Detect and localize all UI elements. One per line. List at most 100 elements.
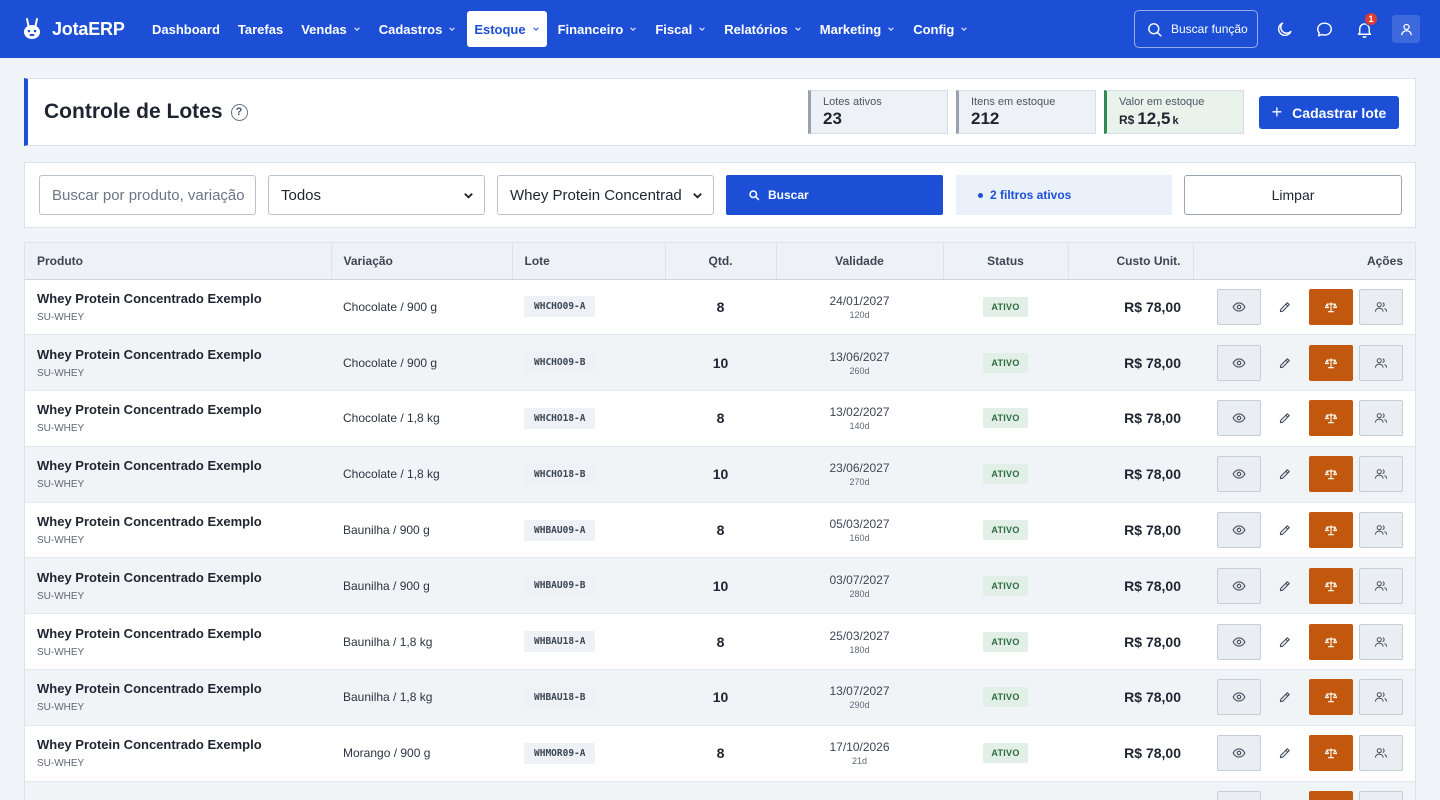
assign-users-button[interactable] [1359,512,1403,549]
view-button[interactable] [1217,400,1261,437]
edit-button[interactable] [1263,624,1307,660]
days-remaining: 120d [849,309,870,320]
function-search-button[interactable]: Buscar função [1134,10,1258,48]
product-select[interactable]: Whey Protein Concentrad [497,175,714,215]
adjust-stock-button[interactable] [1309,623,1353,660]
view-button[interactable] [1217,623,1261,660]
nav-item-tarefas[interactable]: Tarefas [231,11,290,47]
assign-users-button[interactable] [1359,344,1403,381]
adjust-stock-button[interactable] [1309,567,1353,604]
table-row[interactable]: Whey Protein Concentrado Exemplo SU-WHEY C… [25,446,1415,503]
nav-item-relatórios[interactable]: Relatórios [717,11,809,47]
edit-button[interactable] [1263,400,1307,436]
assign-users-button[interactable] [1359,623,1403,660]
product-name: Whey Protein Concentrado Exemplo [37,625,262,641]
unit-cost: R$ 78,00 [1124,577,1181,594]
adjust-stock-button[interactable] [1309,791,1353,800]
adjust-stock-button[interactable] [1309,344,1353,381]
notifications-button[interactable]: 1 [1350,12,1378,43]
adjust-stock-button[interactable] [1309,400,1353,437]
view-button[interactable] [1217,288,1261,325]
assign-users-button[interactable] [1359,288,1403,325]
view-button[interactable] [1217,791,1261,800]
edit-button[interactable] [1263,679,1307,715]
edit-button[interactable] [1263,735,1307,771]
table-row[interactable]: Whey Protein Concentrado Exemplo SU-WHEY B… [25,502,1415,558]
users-icon [1374,580,1388,591]
assign-users-button[interactable] [1359,735,1403,772]
user-menu-button[interactable] [1392,15,1420,43]
col-header-lote[interactable]: Lote [512,243,666,280]
cell-lote: WHCHO09-A [512,279,665,335]
view-button[interactable] [1217,456,1261,493]
adjust-stock-button[interactable] [1309,512,1353,549]
table-row[interactable]: Whey Protein Concentrado Exemplo SU-WHEY B… [25,614,1415,670]
adjust-stock-button[interactable] [1309,456,1353,493]
col-header-custo[interactable]: Custo Unit. [1068,243,1194,280]
theme-toggle-button[interactable] [1270,15,1298,43]
col-header-produto[interactable]: Produto [25,243,332,280]
clear-filters-button[interactable]: Limpar [1184,175,1402,215]
edit-button[interactable] [1263,345,1307,381]
view-button[interactable] [1217,344,1261,381]
assign-users-button[interactable] [1359,456,1403,493]
assign-users-button[interactable] [1359,400,1403,437]
edit-button[interactable] [1263,456,1307,492]
nav-item-marketing[interactable]: Marketing [813,11,902,47]
search-button[interactable]: Buscar [726,175,943,215]
search-input[interactable]: Buscar por produto, variação [39,175,256,215]
adjust-stock-button[interactable] [1309,735,1353,772]
edit-button[interactable] [1263,512,1307,548]
cell-status: ATIVO [943,446,1068,502]
table-row[interactable]: Whey Protein Concentrado Exemplo [25,781,1415,800]
assign-users-button[interactable] [1359,567,1403,604]
brand[interactable]: JotaERP [20,17,145,41]
nav-item-dashboard[interactable]: Dashboard [145,11,227,47]
days-remaining: 280d [849,588,870,599]
col-header-variacao[interactable]: Variação [331,243,513,280]
nav-item-config[interactable]: Config [906,11,975,47]
table-row[interactable]: Whey Protein Concentrado Exemplo SU-WHEY C… [25,279,1415,335]
add-lot-button[interactable]: + Cadastrar lote [1259,96,1399,129]
edit-button[interactable] [1263,568,1307,604]
nav-item-vendas[interactable]: Vendas [294,11,368,47]
nav-item-cadastros[interactable]: Cadastros [372,11,464,47]
cell-produto: Whey Protein Concentrado Exemplo SU-WHEY [25,614,331,670]
table-row[interactable]: Whey Protein Concentrado Exemplo SU-WHEY B… [25,669,1415,726]
quantity: 8 [716,410,725,427]
chat-button[interactable] [1310,15,1338,43]
stat-amount: 12,5 [1137,109,1171,128]
view-button[interactable] [1217,512,1261,549]
cell-lote: WHBAU18-B [512,670,665,726]
currency-symbol: R$ [1119,113,1135,127]
cell-custo: R$ 78,00 [1068,670,1193,726]
nav-item-financeiro[interactable]: Financeiro [551,11,645,47]
assign-users-button[interactable] [1359,791,1403,800]
col-header-qtd[interactable]: Qtd. [665,243,777,280]
view-button[interactable] [1217,679,1261,716]
assign-users-button[interactable] [1359,679,1403,716]
col-header-validade[interactable]: Validade [776,243,944,280]
help-icon[interactable]: ? [230,103,248,121]
users-icon [1374,636,1388,647]
table-row[interactable]: Whey Protein Concentrado Exemplo SU-WHEY C… [25,391,1415,447]
col-header-status[interactable]: Status [943,243,1069,280]
nav-item-estoque[interactable]: Estoque [467,11,547,47]
nav-item-fiscal[interactable]: Fiscal [648,11,713,47]
unit-cost: R$ 78,00 [1124,522,1181,539]
table-row[interactable]: Whey Protein Concentrado Exemplo SU-WHEY B… [25,557,1415,614]
edit-button[interactable] [1263,791,1307,800]
table-row[interactable]: Whey Protein Concentrado Exemplo SU-WHEY C… [25,334,1415,391]
chevron-down-icon [532,27,539,32]
dot-icon [978,192,983,198]
table-row[interactable]: Whey Protein Concentrado Exemplo SU-WHEY M… [25,725,1415,782]
view-button[interactable] [1217,567,1261,604]
eye-icon [1232,302,1246,312]
edit-button[interactable] [1263,289,1307,325]
adjust-stock-button[interactable] [1309,679,1353,716]
status-select[interactable]: Todos [268,175,485,215]
cell-validade: 25/03/2027 180d [776,614,943,670]
adjust-stock-button[interactable] [1309,288,1353,325]
view-button[interactable] [1217,735,1261,772]
cell-status: ATIVO [943,502,1068,558]
